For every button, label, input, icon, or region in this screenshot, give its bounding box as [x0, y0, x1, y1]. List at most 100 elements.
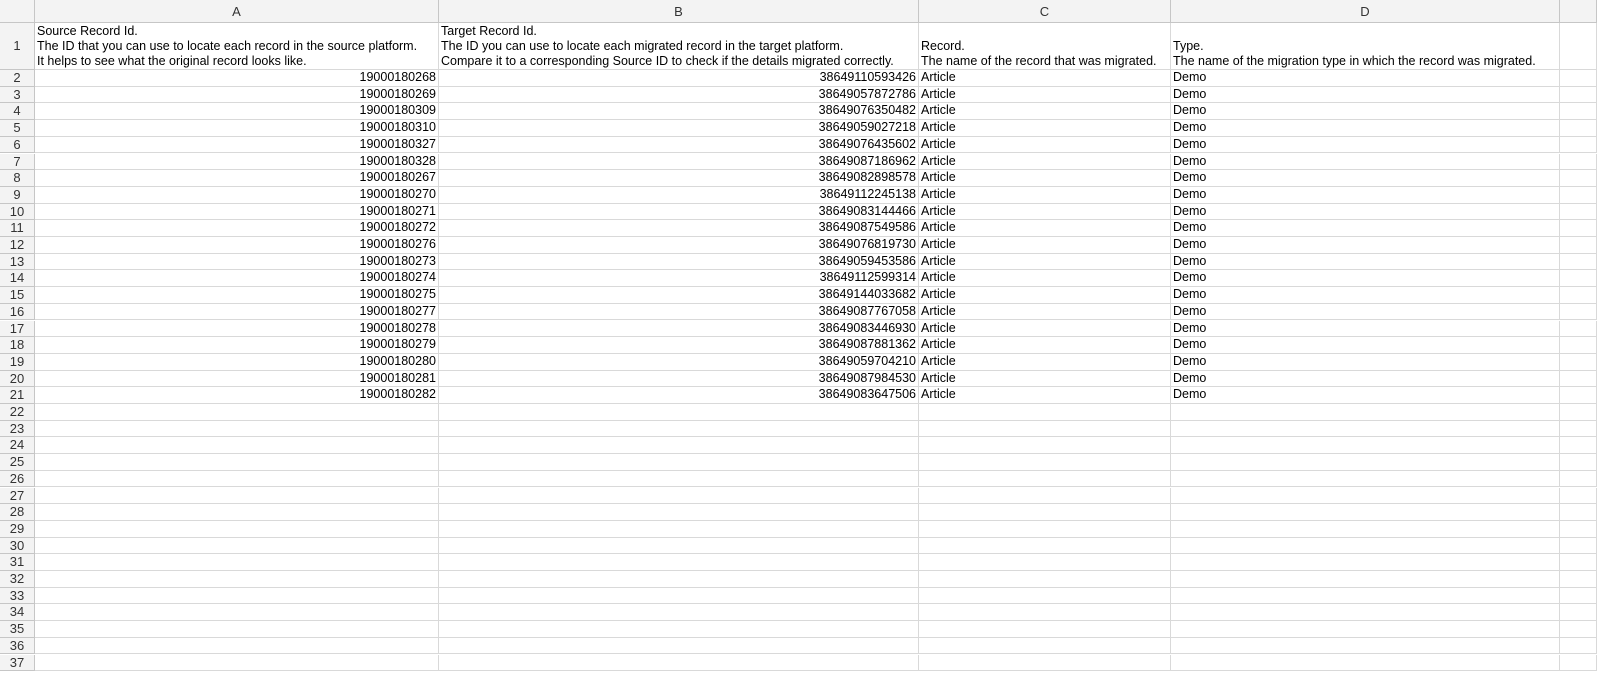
- data-cell[interactable]: 19000180271: [35, 203, 439, 221]
- data-cell[interactable]: 19000180268: [35, 70, 439, 87]
- data-cell[interactable]: Demo: [1171, 237, 1560, 254]
- data-cell[interactable]: 19000180327: [35, 136, 439, 154]
- data-cell[interactable]: [919, 454, 1171, 471]
- data-cell[interactable]: [1171, 487, 1560, 505]
- data-cell[interactable]: Article: [919, 220, 1171, 237]
- row-header[interactable]: 30: [0, 537, 35, 555]
- data-cell[interactable]: Article: [919, 120, 1171, 137]
- row-header[interactable]: 26: [0, 470, 35, 488]
- row-header[interactable]: 24: [0, 437, 35, 455]
- row-header[interactable]: 22: [0, 404, 35, 421]
- data-cell[interactable]: [919, 520, 1171, 538]
- data-cell[interactable]: [1171, 470, 1560, 488]
- data-cell[interactable]: [1171, 537, 1560, 555]
- header-cell-d[interactable]: Type. The name of the migration type in …: [1171, 23, 1560, 70]
- data-cell[interactable]: Demo: [1171, 70, 1560, 87]
- row-header[interactable]: 33: [0, 587, 35, 605]
- data-cell[interactable]: [1171, 437, 1560, 455]
- data-cell[interactable]: [1171, 604, 1560, 622]
- data-cell[interactable]: [1560, 287, 1597, 304]
- row-header[interactable]: 15: [0, 287, 35, 304]
- data-cell[interactable]: [35, 454, 439, 471]
- data-cell[interactable]: [919, 554, 1171, 571]
- data-cell[interactable]: 19000180269: [35, 86, 439, 104]
- data-cell[interactable]: [919, 487, 1171, 505]
- data-cell[interactable]: [1560, 86, 1597, 104]
- data-cell[interactable]: [439, 470, 919, 488]
- data-cell[interactable]: 19000180281: [35, 370, 439, 388]
- row-header[interactable]: 29: [0, 520, 35, 538]
- data-cell[interactable]: 38649083446930: [439, 320, 919, 338]
- data-cell[interactable]: [1560, 554, 1597, 571]
- row-header[interactable]: 6: [0, 136, 35, 154]
- data-cell[interactable]: Demo: [1171, 203, 1560, 221]
- column-header-d[interactable]: D: [1171, 0, 1560, 23]
- data-cell[interactable]: [1171, 621, 1560, 638]
- data-cell[interactable]: [439, 437, 919, 455]
- data-cell[interactable]: Article: [919, 203, 1171, 221]
- data-cell[interactable]: [1171, 587, 1560, 605]
- row-header[interactable]: 19: [0, 353, 35, 371]
- row-header[interactable]: 12: [0, 237, 35, 254]
- select-all-corner[interactable]: [0, 0, 35, 23]
- data-cell[interactable]: Article: [919, 337, 1171, 354]
- row-header[interactable]: 27: [0, 487, 35, 505]
- row-header[interactable]: 2: [0, 70, 35, 87]
- data-cell[interactable]: Article: [919, 270, 1171, 288]
- data-cell[interactable]: [1560, 353, 1597, 371]
- data-cell[interactable]: [1171, 554, 1560, 571]
- row-header[interactable]: 10: [0, 203, 35, 221]
- data-cell[interactable]: [1560, 504, 1597, 521]
- data-cell[interactable]: Demo: [1171, 136, 1560, 154]
- row-header[interactable]: 13: [0, 253, 35, 271]
- header-cell-b[interactable]: Target Record Id. The ID you can use to …: [439, 23, 919, 70]
- data-cell[interactable]: 38649082898578: [439, 170, 919, 187]
- data-cell[interactable]: [35, 654, 439, 672]
- data-cell[interactable]: [35, 504, 439, 521]
- data-cell[interactable]: [1560, 587, 1597, 605]
- data-cell[interactable]: [1560, 470, 1597, 488]
- data-cell[interactable]: 19000180272: [35, 220, 439, 237]
- data-cell[interactable]: 19000180273: [35, 253, 439, 271]
- data-cell[interactable]: [1560, 654, 1597, 672]
- data-cell[interactable]: [1171, 637, 1560, 655]
- data-cell[interactable]: 38649087549586: [439, 220, 919, 237]
- data-cell[interactable]: Demo: [1171, 287, 1560, 304]
- data-cell[interactable]: [919, 604, 1171, 622]
- data-cell[interactable]: [1560, 303, 1597, 321]
- data-cell[interactable]: 38649076350482: [439, 103, 919, 121]
- data-cell[interactable]: [919, 420, 1171, 438]
- data-cell[interactable]: [35, 404, 439, 421]
- data-cell[interactable]: [1560, 420, 1597, 438]
- data-cell[interactable]: 19000180270: [35, 186, 439, 204]
- data-cell[interactable]: [1560, 253, 1597, 271]
- data-cell[interactable]: 38649087767058: [439, 303, 919, 321]
- data-cell[interactable]: [1560, 70, 1597, 87]
- data-cell[interactable]: [919, 404, 1171, 421]
- data-cell[interactable]: [1171, 504, 1560, 521]
- data-cell[interactable]: Article: [919, 237, 1171, 254]
- data-cell[interactable]: Demo: [1171, 370, 1560, 388]
- data-cell[interactable]: [1560, 454, 1597, 471]
- data-cell[interactable]: Demo: [1171, 170, 1560, 187]
- data-cell[interactable]: 19000180267: [35, 170, 439, 187]
- data-cell[interactable]: [35, 604, 439, 622]
- data-cell[interactable]: [1560, 120, 1597, 137]
- data-cell[interactable]: Article: [919, 253, 1171, 271]
- data-cell[interactable]: 19000180282: [35, 387, 439, 404]
- data-cell[interactable]: Demo: [1171, 103, 1560, 121]
- data-cell[interactable]: Article: [919, 287, 1171, 304]
- data-cell[interactable]: [1560, 404, 1597, 421]
- data-cell[interactable]: [1560, 103, 1597, 121]
- data-cell[interactable]: Article: [919, 186, 1171, 204]
- data-cell[interactable]: 38649110593426: [439, 70, 919, 87]
- data-cell[interactable]: [1560, 220, 1597, 237]
- data-cell[interactable]: [35, 637, 439, 655]
- column-header-c[interactable]: C: [919, 0, 1171, 23]
- data-cell[interactable]: Demo: [1171, 320, 1560, 338]
- data-cell[interactable]: [439, 404, 919, 421]
- data-cell[interactable]: Article: [919, 303, 1171, 321]
- row-header[interactable]: 20: [0, 370, 35, 388]
- data-cell[interactable]: Demo: [1171, 270, 1560, 288]
- row-header[interactable]: 4: [0, 103, 35, 121]
